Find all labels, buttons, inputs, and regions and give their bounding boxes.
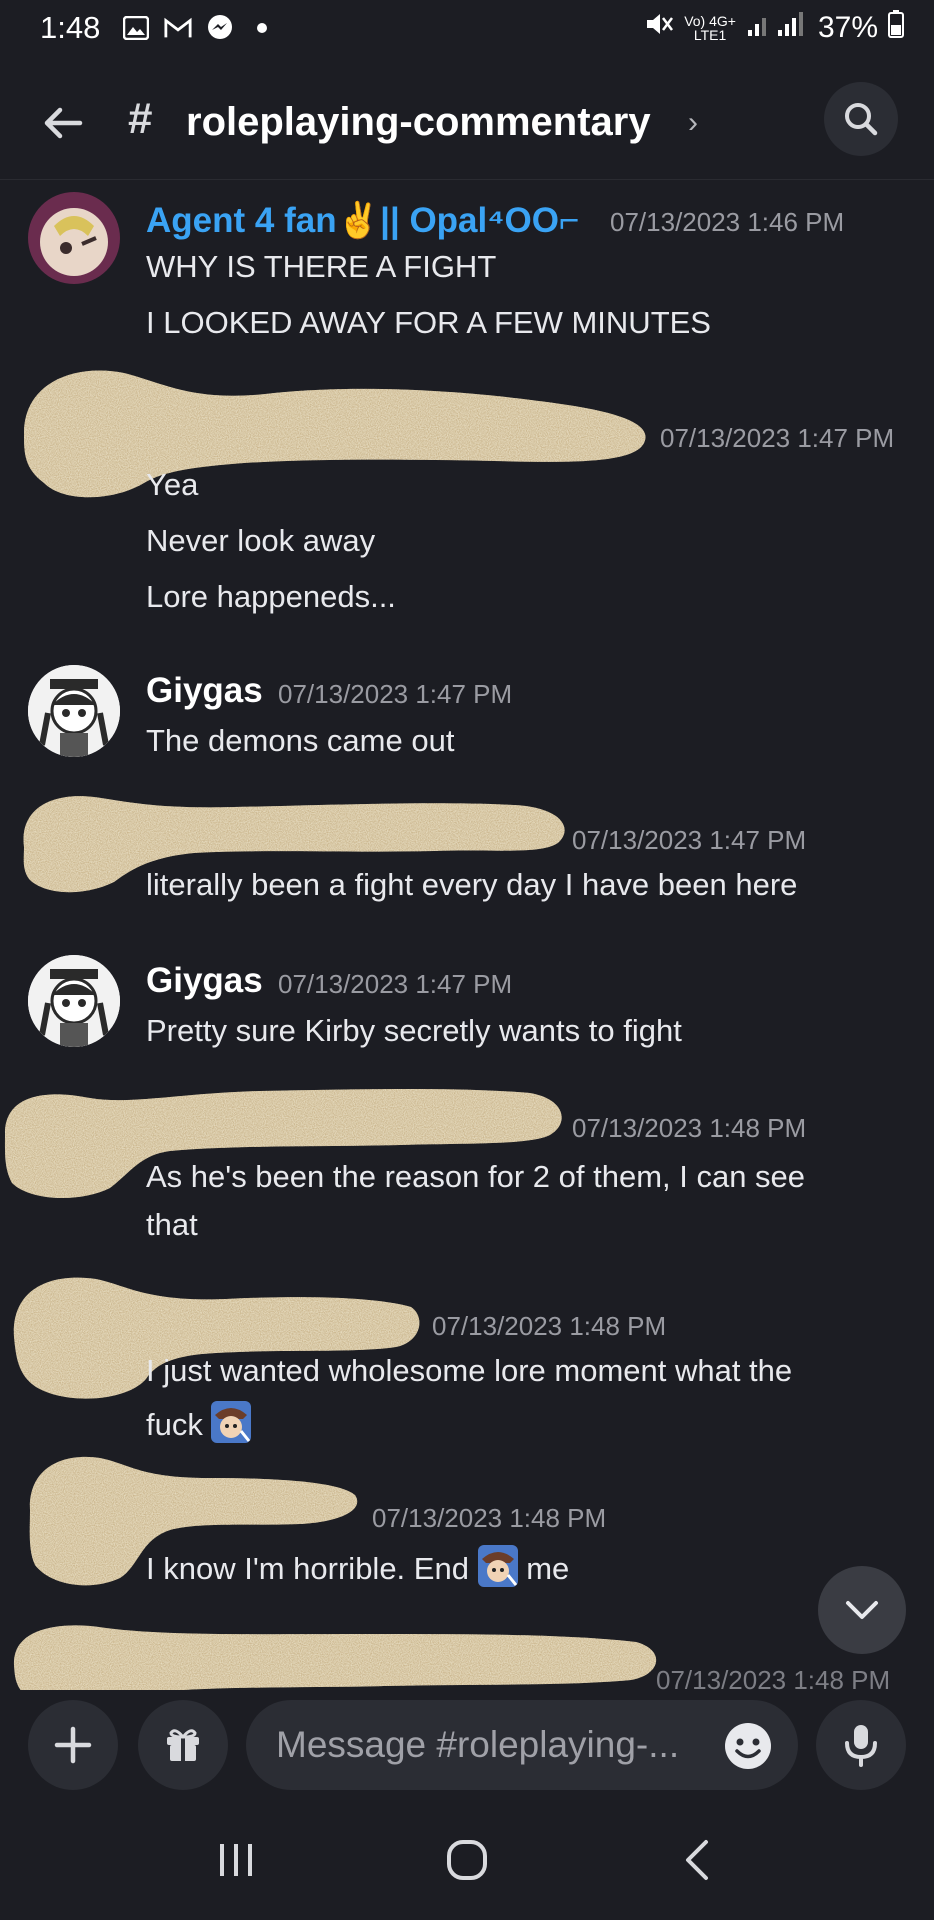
message-author[interactable]: Agent 4 fan✌️|| Opal⁴OO⌐ [146, 200, 579, 241]
notification-icons [122, 15, 276, 41]
emoji-button[interactable] [722, 1720, 774, 1772]
voice-message-button[interactable] [816, 1700, 906, 1790]
redacted-author-scribble [24, 370, 646, 498]
gift-icon [167, 1729, 199, 1761]
plus-icon [54, 1726, 92, 1764]
status-time: 1:48 [40, 10, 101, 45]
recent-apps-button[interactable] [196, 1820, 276, 1900]
status-bar: 1:48 Vo) 4G+ LTE1 37% [0, 0, 934, 56]
message-timestamp: 07/13/2023 1:47 PM [278, 969, 513, 999]
chevron-right-icon[interactable]: › [688, 106, 698, 140]
message-text: The demons came out [146, 723, 455, 758]
message-author[interactable]: Giygas [146, 671, 263, 711]
message-composer [0, 1690, 934, 1800]
signal-icon [746, 10, 808, 46]
dot-icon [248, 15, 276, 41]
recent-apps-icon [219, 1844, 252, 1876]
message-text: Lore happeneds... [146, 579, 396, 614]
channel-hash-icon: # [128, 94, 153, 143]
message-text: WHY IS THERE A FIGHT [146, 249, 497, 284]
message-timestamp: 07/13/2023 1:46 PM [610, 207, 845, 237]
home-icon [446, 1840, 487, 1880]
channel-title[interactable]: roleplaying-commentary [186, 100, 651, 145]
microphone-icon [845, 1725, 877, 1767]
gift-button[interactable] [138, 1700, 228, 1790]
custom-emoji-icon [211, 1401, 252, 1443]
battery-icon [888, 10, 904, 46]
message-text: that [146, 1207, 198, 1242]
message-timestamp: 07/13/2023 1:48 PM [372, 1503, 607, 1533]
message-text-word: me [526, 1551, 570, 1586]
back-nav-button[interactable] [658, 1820, 738, 1900]
mute-icon [644, 10, 674, 46]
custom-emoji-icon [477, 1545, 518, 1587]
message-text: I just wanted wholesome lore moment what… [146, 1353, 793, 1388]
message-timestamp: 07/13/2023 1:48 PM [432, 1311, 667, 1341]
network-bottom: LTE1 [693, 27, 727, 43]
chevron-down-icon [846, 1601, 878, 1619]
add-attachment-button[interactable] [28, 1700, 118, 1790]
message-text: I LOOKED AWAY FOR A FEW MINUTES [146, 305, 711, 340]
message-text: literally been a fight every day I have … [146, 867, 798, 902]
gallery-icon [122, 15, 150, 41]
avatar[interactable] [28, 192, 120, 284]
message-timestamp: 07/13/2023 1:48 PM [572, 1113, 807, 1143]
status-right: Vo) 4G+ LTE1 37% [644, 10, 904, 46]
avatar[interactable] [28, 665, 120, 757]
message-author[interactable]: Giygas [146, 961, 263, 1001]
jump-to-latest-button[interactable] [818, 1566, 906, 1654]
home-button[interactable] [427, 1820, 507, 1900]
back-button[interactable] [38, 98, 88, 148]
messenger-icon [206, 15, 234, 41]
network-indicator: Vo) 4G+ LTE1 [684, 14, 736, 42]
message-text: fuck [146, 1401, 252, 1443]
message-timestamp: 07/13/2023 1:47 PM [660, 423, 895, 453]
message-timestamp: 07/13/2023 1:47 PM [278, 679, 513, 709]
message-text: Pretty sure Kirby secretly wants to figh… [146, 1013, 682, 1048]
smiley-icon [725, 1723, 771, 1769]
search-button[interactable] [824, 82, 898, 156]
message-input[interactable] [246, 1700, 798, 1790]
message-text-word: fuck [146, 1407, 203, 1442]
message-text-word: I know I'm horrible. End [146, 1551, 469, 1586]
message-list[interactable]: Agent 4 fan✌️|| Opal⁴OO⌐ 07/13/2023 1:46… [0, 185, 934, 1705]
avatar[interactable] [28, 955, 120, 1047]
arrow-left-icon [44, 107, 83, 139]
back-chevron-icon [686, 1840, 709, 1880]
message-text: Never look away [146, 523, 376, 558]
message-text: As he's been the reason for 2 of them, I… [146, 1159, 806, 1194]
message-timestamp: 07/13/2023 1:47 PM [572, 825, 807, 855]
message-text: I know I'm horrible. End me [146, 1545, 569, 1587]
system-navigation-bar [0, 1800, 934, 1920]
message-text: Yea [146, 467, 199, 502]
channel-header: # roleplaying-commentary › [0, 70, 934, 180]
search-icon [845, 103, 878, 136]
gmail-icon [164, 15, 192, 41]
battery-percent: 37% [817, 11, 878, 44]
